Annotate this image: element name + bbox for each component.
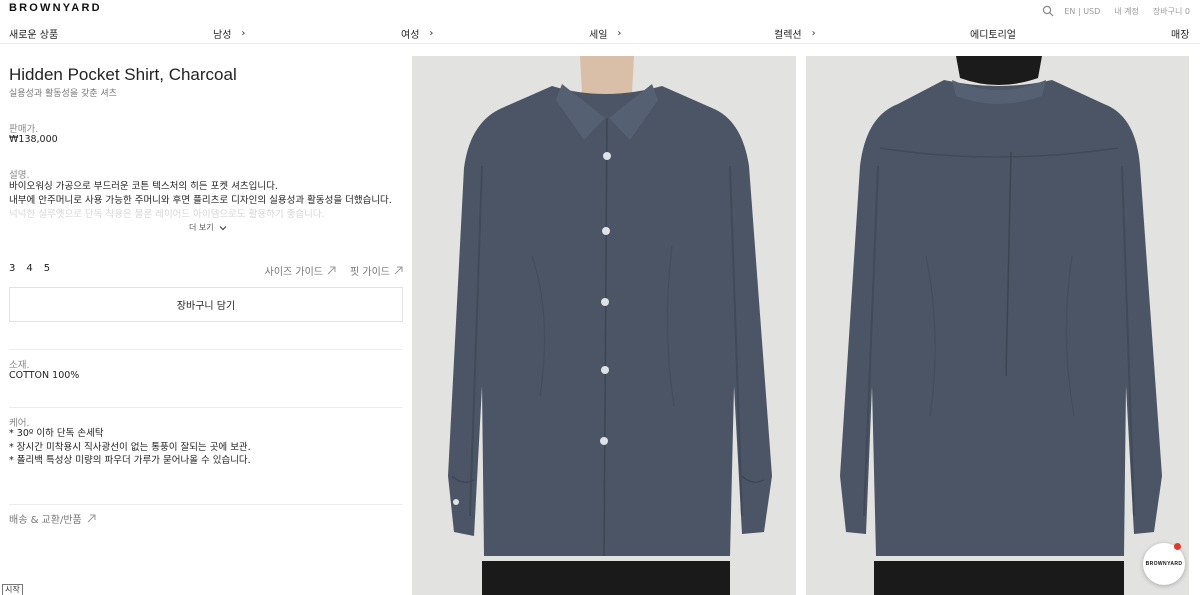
nav-item-women[interactable]: 여성 ›: [401, 26, 433, 41]
size-selector: 3 4 5: [9, 263, 50, 274]
price-value: ₩138,000: [9, 134, 58, 145]
nav-item-collection[interactable]: 컬렉션 ›: [774, 26, 816, 41]
price-label: 판매가.: [9, 124, 39, 135]
nav-item-sale[interactable]: 세일 ›: [589, 26, 621, 41]
product-image-back[interactable]: [806, 56, 1189, 595]
read-more-label: 더 보기: [189, 223, 214, 232]
nav-label: 매장: [1171, 30, 1190, 41]
size-option[interactable]: 3: [9, 263, 15, 274]
nav-label: 에디토리얼: [970, 30, 1016, 41]
fit-guide-label: 핏 가이드: [350, 267, 390, 278]
shipping-returns-link[interactable]: 배송 & 교환/반품: [9, 511, 96, 526]
fit-guide-link[interactable]: 핏 가이드: [350, 263, 403, 278]
nav-label: 남성: [213, 30, 232, 41]
divider: [9, 407, 403, 408]
guide-links: 사이즈 가이드 핏 가이드: [265, 263, 403, 278]
care-item: * 장시간 미착용시 직사광선이 없는 통풍이 잘되는 곳에 보관.: [9, 441, 251, 453]
size-option[interactable]: 5: [44, 263, 50, 274]
arrow-up-right-icon: [87, 514, 96, 523]
chevron-down-icon: [219, 225, 227, 230]
product-title: Hidden Pocket Shirt, Charcoal: [9, 65, 237, 84]
brand-logo[interactable]: BROWNYARD: [9, 2, 102, 14]
arrow-up-right-icon: [327, 266, 336, 275]
product-image-front[interactable]: [412, 56, 796, 595]
chevron-right-icon: ›: [429, 28, 434, 39]
notification-dot: [1174, 543, 1181, 550]
nav-item-store[interactable]: 매장: [1171, 26, 1189, 41]
nav-label: 여성: [401, 30, 420, 41]
nav-label: 새로운 상품: [9, 30, 59, 41]
shirt-back-illustration: [806, 56, 1189, 595]
add-to-cart-button[interactable]: 장바구니 담기: [9, 287, 403, 322]
divider: [9, 504, 403, 505]
main-nav: 새로운 상품 남성 › 여성 › 세일 › 컬렉션 › 에디토리얼 매장: [0, 26, 1200, 44]
nav-label: 컬렉션: [774, 30, 802, 41]
chevron-right-icon: ›: [811, 28, 816, 39]
material-value: COTTON 100%: [9, 370, 80, 381]
care-item: * 폴리백 특성상 미량의 파우더 가루가 묻어나올 수 있습니다.: [9, 455, 251, 466]
start-tag[interactable]: 시작: [2, 584, 23, 595]
chevron-right-icon: ›: [241, 28, 246, 39]
account-link[interactable]: 내 계정: [1114, 6, 1139, 17]
cart-link[interactable]: 장바구니 0: [1153, 6, 1190, 17]
search-icon[interactable]: [1042, 5, 1054, 17]
description-label: 설명.: [9, 170, 30, 181]
utility-menu: EN | USD 내 계정 장바구니 0: [1042, 5, 1190, 17]
shipping-returns-label: 배송 & 교환/반품: [9, 515, 82, 526]
nav-item-editorial[interactable]: 에디토리얼: [970, 26, 1016, 41]
care-instructions: * 30º 이하 단독 손세탁 * 장시간 미착용시 직사광선이 없는 통풍이 …: [9, 427, 251, 468]
language-currency-link[interactable]: EN | USD: [1064, 7, 1100, 16]
description-line: 내부에 안주머니로 사용 가능한 주머니와 후면 플리츠로 디자인의 실용성과 …: [9, 195, 392, 206]
shirt-front-illustration: [412, 56, 796, 595]
size-option[interactable]: 4: [26, 263, 32, 274]
product-subtitle: 실용성과 활동성을 갖춘 셔츠: [9, 89, 117, 99]
read-more-button[interactable]: 더 보기: [189, 222, 227, 233]
description-line: 바이오워싱 가공으로 부드러운 코튼 텍스처의 히든 포켓 셔츠입니다.: [9, 181, 278, 192]
nav-item-new[interactable]: 새로운 상품: [9, 26, 58, 41]
arrow-up-right-icon: [394, 266, 403, 275]
nav-label: 세일: [589, 30, 608, 41]
description-line: 넉넉한 실루엣으로 단독 착용은 물론 레이어드 아이템으로도 활용하기 좋습니…: [9, 209, 325, 218]
nav-item-men[interactable]: 남성 ›: [213, 26, 245, 41]
size-guide-label: 사이즈 가이드: [264, 267, 324, 278]
divider: [9, 349, 403, 350]
size-guide-link[interactable]: 사이즈 가이드: [265, 263, 336, 278]
care-item: * 30º 이하 단독 손세탁: [9, 428, 104, 439]
material-label: 소재.: [9, 360, 30, 371]
chevron-right-icon: ›: [617, 28, 622, 39]
description-text: 바이오워싱 가공으로 부드러운 코튼 텍스처의 히든 포켓 셔츠입니다. 내부에…: [9, 180, 403, 218]
